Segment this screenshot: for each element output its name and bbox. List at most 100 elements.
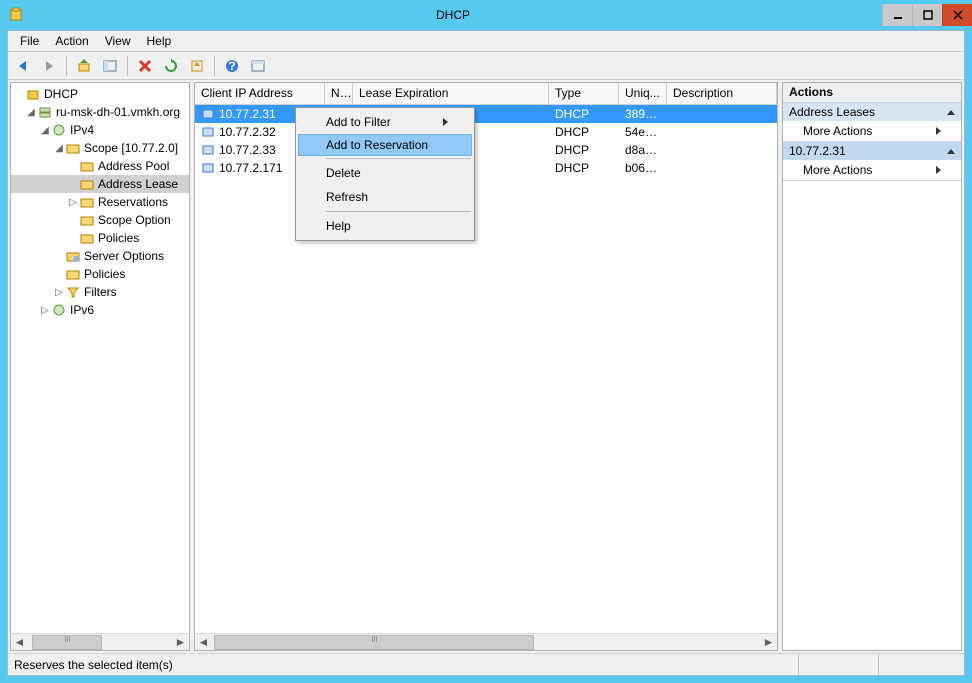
expand-icon[interactable]: ▷	[67, 197, 79, 208]
ctx-add-to-reservation[interactable]: Add to Reservation	[298, 134, 472, 156]
statusbar: Reserves the selected item(s)	[8, 653, 964, 675]
client-area: File Action View Help ?	[7, 30, 965, 676]
tree-address-pool[interactable]: Address Pool	[11, 157, 189, 175]
ctx-separator	[326, 211, 471, 212]
delete-button[interactable]	[134, 55, 156, 77]
menu-file[interactable]: File	[12, 32, 47, 50]
action-more-leases[interactable]: More Actions	[783, 121, 961, 141]
actions-section-selected: 10.77.2.31 More Actions	[783, 142, 961, 181]
menu-view[interactable]: View	[97, 32, 139, 50]
actions-title-selected[interactable]: 10.77.2.31	[783, 142, 961, 160]
folder-icon	[65, 140, 81, 156]
lease-list-pane: Client IP Address N... Lease Expiration …	[194, 82, 778, 651]
menu-action[interactable]: Action	[47, 32, 96, 50]
collapse-icon[interactable]: ◢	[39, 125, 51, 136]
properties-button[interactable]	[247, 55, 269, 77]
tree-hscroll[interactable]: ◄ ►	[11, 633, 189, 650]
actions-section-leases: Address Leases More Actions	[783, 103, 961, 142]
svg-text:?: ?	[228, 59, 235, 73]
up-button[interactable]	[73, 55, 95, 77]
collapse-icon[interactable]: ◢	[53, 143, 65, 154]
list-hscroll[interactable]: ◄ ►	[195, 633, 777, 650]
submenu-arrow-icon	[936, 166, 941, 174]
ctx-help[interactable]: Help	[298, 214, 472, 238]
collapse-icon	[947, 149, 955, 154]
lease-row[interactable]: 10.77.2.32 DHCP 54e4...	[195, 123, 777, 141]
ipv6-icon	[51, 302, 67, 318]
scope-tree[interactable]: DHCP ◢ ru-msk-dh-01.vmkh.org ◢ IPv4 ◢	[11, 83, 189, 633]
tree-scope-policies[interactable]: Policies	[11, 229, 189, 247]
submenu-arrow-icon	[936, 127, 941, 135]
close-button[interactable]	[942, 4, 972, 26]
tree-filters[interactable]: ▷ Filters	[11, 283, 189, 301]
collapse-icon[interactable]: ◢	[25, 107, 37, 118]
filter-icon	[65, 284, 81, 300]
tree-policies[interactable]: Policies	[11, 265, 189, 283]
tree-root-dhcp[interactable]: DHCP	[11, 85, 189, 103]
dhcp-icon	[25, 86, 41, 102]
forward-button[interactable]	[38, 55, 60, 77]
tree-ipv4[interactable]: ◢ IPv4	[11, 121, 189, 139]
lease-list[interactable]: 10.77.2.31 DHCP 3894... 10.77.2.32 DHCP …	[195, 105, 777, 633]
tree-pane: DHCP ◢ ru-msk-dh-01.vmkh.org ◢ IPv4 ◢	[10, 82, 190, 651]
show-hide-tree-button[interactable]	[99, 55, 121, 77]
tree-server[interactable]: ◢ ru-msk-dh-01.vmkh.org	[11, 103, 189, 121]
help-button[interactable]: ?	[221, 55, 243, 77]
lease-icon	[201, 160, 217, 176]
lease-row[interactable]: 10.77.2.33 DHCP d8a2...	[195, 141, 777, 159]
scroll-left-icon[interactable]: ◄	[11, 634, 28, 651]
ctx-add-to-filter[interactable]: Add to Filter	[298, 110, 472, 134]
lease-columns: Client IP Address N... Lease Expiration …	[195, 83, 777, 105]
toolbar: ?	[8, 52, 964, 80]
lease-row[interactable]: 10.77.2.171 DHCP b065...	[195, 159, 777, 177]
refresh-button[interactable]	[160, 55, 182, 77]
lease-icon	[201, 106, 217, 122]
ctx-refresh[interactable]: Refresh	[298, 185, 472, 209]
col-name[interactable]: N...	[325, 83, 353, 104]
expand-icon[interactable]: ▷	[39, 305, 51, 316]
col-type[interactable]: Type	[549, 83, 619, 104]
menu-help[interactable]: Help	[139, 32, 180, 50]
actions-title-leases[interactable]: Address Leases	[783, 103, 961, 121]
scroll-thumb[interactable]	[32, 635, 102, 650]
context-menu: Add to Filter Add to Reservation Delete …	[295, 107, 475, 241]
ipv4-icon	[51, 122, 67, 138]
col-unique[interactable]: Uniq...	[619, 83, 667, 104]
ctx-separator	[326, 158, 471, 159]
folder-icon	[79, 158, 95, 174]
titlebar[interactable]: DHCP	[0, 0, 972, 30]
window-controls	[882, 4, 972, 26]
actions-pane: Actions Address Leases More Actions 10.7…	[782, 82, 962, 651]
expand-icon[interactable]: ▷	[53, 287, 65, 298]
tree-scope[interactable]: ◢ Scope [10.77.2.0]	[11, 139, 189, 157]
tree-server-options[interactable]: Server Options	[11, 247, 189, 265]
col-ip[interactable]: Client IP Address	[195, 83, 325, 104]
action-more-selected[interactable]: More Actions	[783, 160, 961, 180]
minimize-button[interactable]	[882, 4, 912, 26]
options-icon	[65, 248, 81, 264]
col-description[interactable]: Description	[667, 83, 777, 104]
folder-icon	[79, 194, 95, 210]
dhcp-app-icon	[8, 7, 24, 23]
back-button[interactable]	[12, 55, 34, 77]
lease-row[interactable]: 10.77.2.31 DHCP 3894...	[195, 105, 777, 123]
scroll-right-icon[interactable]: ►	[172, 634, 189, 651]
col-lease[interactable]: Lease Expiration	[353, 83, 549, 104]
folder-icon	[79, 212, 95, 228]
export-button[interactable]	[186, 55, 208, 77]
scroll-left-icon[interactable]: ◄	[195, 634, 212, 651]
toolbar-separator	[127, 56, 128, 76]
toolbar-separator	[214, 56, 215, 76]
ctx-delete[interactable]: Delete	[298, 161, 472, 185]
dhcp-window: DHCP File Action View Help ?	[0, 0, 972, 683]
maximize-button[interactable]	[912, 4, 942, 26]
folder-icon	[79, 230, 95, 246]
scroll-right-icon[interactable]: ►	[760, 634, 777, 651]
tree-scope-options[interactable]: Scope Option	[11, 211, 189, 229]
tree-ipv6[interactable]: ▷ IPv6	[11, 301, 189, 319]
submenu-arrow-icon	[443, 118, 448, 126]
toolbar-separator	[66, 56, 67, 76]
tree-reservations[interactable]: ▷ Reservations	[11, 193, 189, 211]
tree-address-leases[interactable]: Address Lease	[11, 175, 189, 193]
scroll-thumb[interactable]	[214, 635, 534, 650]
